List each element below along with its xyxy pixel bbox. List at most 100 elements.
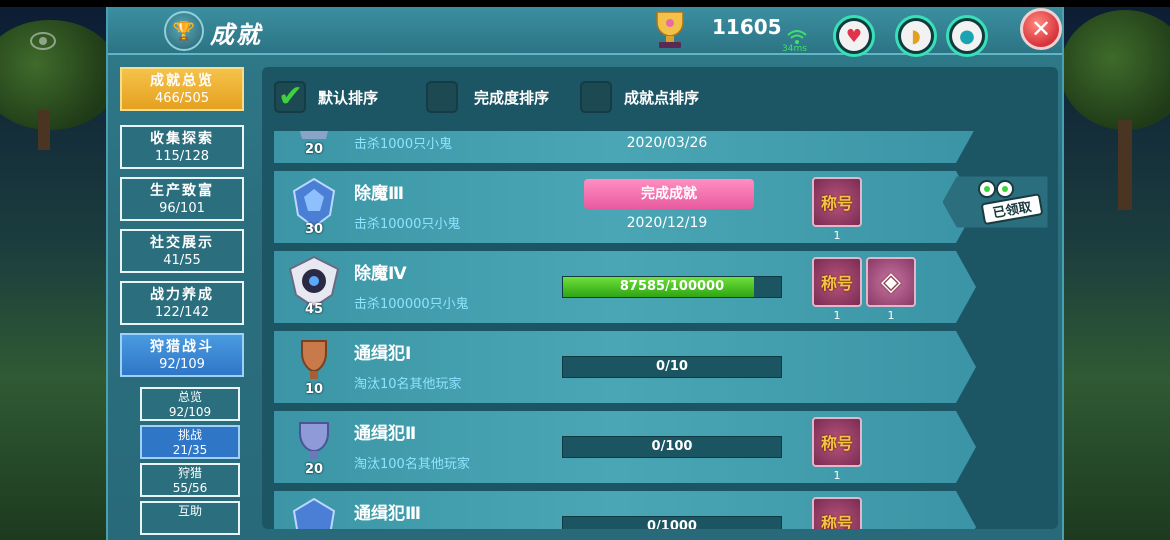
achievement-content: 默认排序 完成度排序 成就点排序 20 击杀1000只小鬼 2020/03/26 — [262, 67, 1058, 529]
title-reward-icon[interactable]: 称号 — [812, 417, 862, 467]
badge-level: 45 — [304, 302, 324, 317]
achievement-row[interactable]: 20 击杀1000只小鬼 2020/03/26 — [274, 131, 976, 163]
subcategory-count: 55/56 — [172, 481, 208, 495]
category-label: 生产致富 — [150, 183, 214, 199]
achievement-row[interactable]: 30 除魔Ⅲ 击杀10000只小鬼 完成成就 2020/12/19 称号 1 — [274, 171, 976, 243]
claimed-stamp[interactable]: 已领取 — [943, 171, 1053, 235]
progress-text: 0/10 — [656, 359, 688, 374]
subcategory-label: 总览 — [177, 390, 202, 404]
silver-cup-badge-icon: 20 — [286, 415, 342, 479]
badge-level: 30 — [304, 222, 324, 237]
achievement-desc: 击杀10000只小鬼 — [354, 217, 461, 232]
category-label: 收集探索 — [150, 131, 214, 147]
subcategory-label: 狩猎 — [177, 466, 202, 480]
sort-points-label[interactable]: 成就点排序 — [624, 87, 699, 108]
category-overview[interactable]: 成就总览 466/505 — [120, 67, 244, 111]
hunger-gauge: ◗ — [895, 15, 937, 57]
ping-readout: 34ms — [782, 44, 807, 54]
progress-text: 0/1000 — [647, 519, 697, 529]
reward-count: 1 — [887, 309, 895, 322]
tree-trunk — [38, 110, 50, 150]
food-icon: ◗ — [901, 21, 931, 51]
category-hunting[interactable]: 狩猎战斗 92/109 — [120, 333, 244, 377]
reward-count: 1 — [833, 469, 841, 482]
category-label: 成就总览 — [150, 73, 214, 89]
subcategory-hunt[interactable]: 狩猎 55/56 — [140, 463, 240, 497]
achievement-row[interactable]: 20 通缉犯Ⅱ 淘汰100名其他玩家 0/100 称号 1 — [274, 411, 976, 483]
panel-header: 🏆 成就 11605 34ms ♥ ◗ ● ✕ — [108, 7, 1062, 57]
health-gauge: ♥ — [833, 15, 875, 57]
page-title: 成就 — [210, 21, 262, 49]
category-count: 115/128 — [154, 149, 209, 164]
subcategory-challenge[interactable]: 挑战 21/35 — [140, 425, 240, 459]
tree — [0, 20, 120, 130]
category-count: 92/109 — [159, 357, 205, 372]
sort-points-checkbox[interactable] — [580, 81, 612, 113]
category-count: 466/505 — [154, 91, 209, 106]
achievement-desc: 击杀100000只小鬼 — [354, 297, 469, 312]
subcategory-help[interactable]: 互助 — [140, 501, 240, 535]
badge-level: 10 — [304, 382, 324, 397]
progress-bar: 0/1000 — [562, 516, 782, 529]
badge-level: 20 — [304, 462, 324, 477]
category-label: 战力养成 — [150, 287, 214, 303]
completion-date: 2020/03/26 — [626, 135, 708, 151]
dark-crystal-badge-icon: 45 — [286, 255, 342, 319]
subcategory-label: 挑战 — [177, 428, 202, 442]
subcategory-overview[interactable]: 总览 92/109 — [140, 387, 240, 421]
achievement-name: 通缉犯Ⅱ — [354, 424, 417, 444]
silver-badge-icon: 20 — [286, 131, 342, 159]
subcategory-count: 92/109 — [168, 405, 212, 419]
blue-crystal-badge-icon — [286, 495, 342, 529]
achievement-row[interactable]: 通缉犯Ⅲ 0/1000 称号 — [274, 491, 976, 529]
status-strip — [0, 0, 1170, 7]
subcategory-label: 互助 — [177, 504, 202, 518]
category-count: 122/142 — [154, 305, 209, 320]
title-reward-icon[interactable]: 称号 — [812, 497, 862, 529]
category-count: 96/101 — [159, 201, 205, 216]
progress-bar: 0/100 — [562, 436, 782, 458]
tree-trunk — [1118, 120, 1132, 210]
progress-text: 87585/100000 — [619, 279, 725, 294]
progress-bar: 0/10 — [562, 356, 782, 378]
achievement-row[interactable]: 45 除魔Ⅳ 击杀100000只小鬼 87585/100000 称号 1 ◈ 1 — [274, 251, 976, 323]
achievement-desc: 淘汰10名其他玩家 — [354, 377, 462, 392]
sort-bar: 默认排序 完成度排序 成就点排序 — [262, 67, 1058, 125]
category-count: 41/55 — [163, 253, 201, 268]
achievement-name: 通缉犯Ⅲ — [354, 504, 422, 524]
category-produce[interactable]: 生产致富 96/101 — [120, 177, 244, 221]
trophy-icon: 🏆 — [164, 11, 204, 51]
reward-count: 1 — [833, 309, 841, 322]
tree — [1060, 10, 1170, 130]
subcategory-count: 21/35 — [172, 443, 208, 457]
fox-mask-reward-icon[interactable]: ◈ — [866, 257, 916, 307]
sort-completion-checkbox[interactable] — [426, 81, 458, 113]
title-reward-icon[interactable]: 称号 — [812, 257, 862, 307]
sort-default-checkbox[interactable] — [274, 79, 306, 114]
category-social[interactable]: 社交展示 41/55 — [120, 229, 244, 273]
blue-crystal-badge-icon: 30 — [286, 175, 342, 239]
category-label: 社交展示 — [150, 235, 214, 251]
reward-count: 1 — [833, 229, 841, 242]
achievement-row[interactable]: 10 通缉犯Ⅰ 淘汰10名其他玩家 0/10 — [274, 331, 976, 403]
water-drop-icon: ● — [952, 21, 982, 51]
sort-default-label[interactable]: 默认排序 — [318, 87, 378, 108]
eye-icon[interactable] — [30, 32, 56, 50]
achievement-name: 通缉犯Ⅰ — [354, 344, 412, 364]
progress-bar: 87585/100000 — [562, 276, 782, 298]
title-reward-icon[interactable]: 称号 — [812, 177, 862, 227]
achievement-list[interactable]: 20 击杀1000只小鬼 2020/03/26 30 除魔Ⅲ 击杀10000只小… — [262, 131, 1058, 529]
completed-ribbon: 完成成就 — [584, 179, 754, 209]
category-power[interactable]: 战力养成 122/142 — [120, 281, 244, 325]
category-collect[interactable]: 收集探索 115/128 — [120, 125, 244, 169]
achievement-desc: 淘汰100名其他玩家 — [354, 457, 470, 472]
thirst-gauge: ● — [946, 15, 988, 57]
achievement-points: 11605 — [712, 15, 782, 39]
achievement-desc: 击杀1000只小鬼 — [354, 137, 453, 152]
close-button[interactable]: ✕ — [1020, 8, 1062, 50]
gold-cup-icon — [656, 11, 684, 48]
sort-completion-label[interactable]: 完成度排序 — [474, 87, 549, 108]
achievement-name: 除魔Ⅳ — [354, 264, 407, 284]
progress-text: 0/100 — [651, 439, 693, 454]
bronze-cup-badge-icon: 10 — [286, 335, 342, 399]
